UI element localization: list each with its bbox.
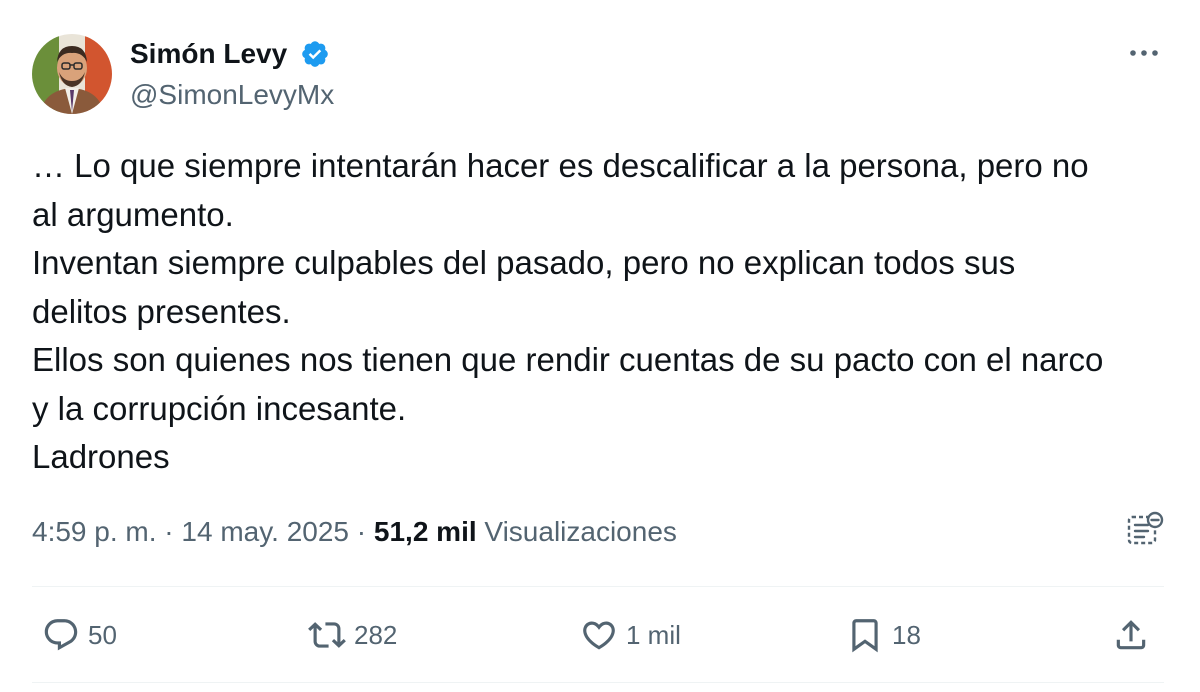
- reply-count: 50: [88, 619, 117, 650]
- more-icon: [1130, 50, 1158, 56]
- reply-icon: [44, 619, 78, 651]
- meta-separator: ·: [356, 516, 367, 547]
- like-count: 1 mil: [626, 619, 681, 650]
- reply-button[interactable]: 50: [42, 610, 117, 660]
- tweet-text-line: Inventan siempre culpables del pasado, p…: [32, 244, 1016, 281]
- author-handle[interactable]: @SimonLevyMx: [130, 78, 334, 112]
- bookmark-count: 18: [892, 619, 921, 650]
- repost-count: 282: [354, 619, 398, 650]
- more-options-button[interactable]: [1124, 38, 1164, 68]
- tweet: Simón Levy @SimonLevyMx … Lo que siempre…: [0, 0, 1200, 692]
- divider: [32, 586, 1164, 587]
- repost-button[interactable]: 282: [308, 610, 397, 660]
- meta-separator: ·: [164, 516, 174, 547]
- share-button[interactable]: [1112, 610, 1150, 660]
- tweet-text-line: delitos presentes.: [32, 292, 291, 330]
- bookmark-icon: [852, 619, 878, 653]
- author-display-name[interactable]: Simón Levy: [130, 37, 287, 71]
- tweet-text-line: Ladrones: [32, 438, 170, 475]
- views-label: Visualizaciones: [484, 516, 677, 547]
- action-bar: 50 282 1 mil 18: [32, 610, 1164, 660]
- analytics-icon: [1127, 511, 1164, 545]
- tweet-meta: 4:59 p. m. · 14 may. 2025 · 51,2 mil Vis…: [32, 514, 677, 550]
- repost-icon: [308, 622, 346, 648]
- tweet-text-line: y la corrupción incesante.: [32, 389, 407, 427]
- heart-icon: [583, 621, 615, 650]
- tweet-text-line: al argumento.: [32, 195, 234, 233]
- bookmark-button[interactable]: 18: [846, 610, 921, 660]
- share-icon: [1116, 620, 1146, 650]
- tweet-text: … Lo que siempre intentarán hacer es des…: [32, 142, 1172, 482]
- like-button[interactable]: 1 mil: [580, 610, 681, 660]
- verified-badge-icon[interactable]: [300, 39, 330, 69]
- tweet-time[interactable]: 4:59 p. m.: [32, 516, 157, 547]
- avatar[interactable]: [32, 34, 112, 114]
- views-count: 51,2 mil: [373, 516, 477, 547]
- tweet-text-line: … Lo que siempre intentarán hacer es des…: [32, 147, 1089, 184]
- tweet-text-line: Ellos son quienes nos tienen que rendir …: [32, 341, 1104, 378]
- tweet-date[interactable]: 14 may. 2025: [181, 516, 349, 547]
- analytics-button[interactable]: [1124, 510, 1164, 550]
- divider: [32, 682, 1164, 683]
